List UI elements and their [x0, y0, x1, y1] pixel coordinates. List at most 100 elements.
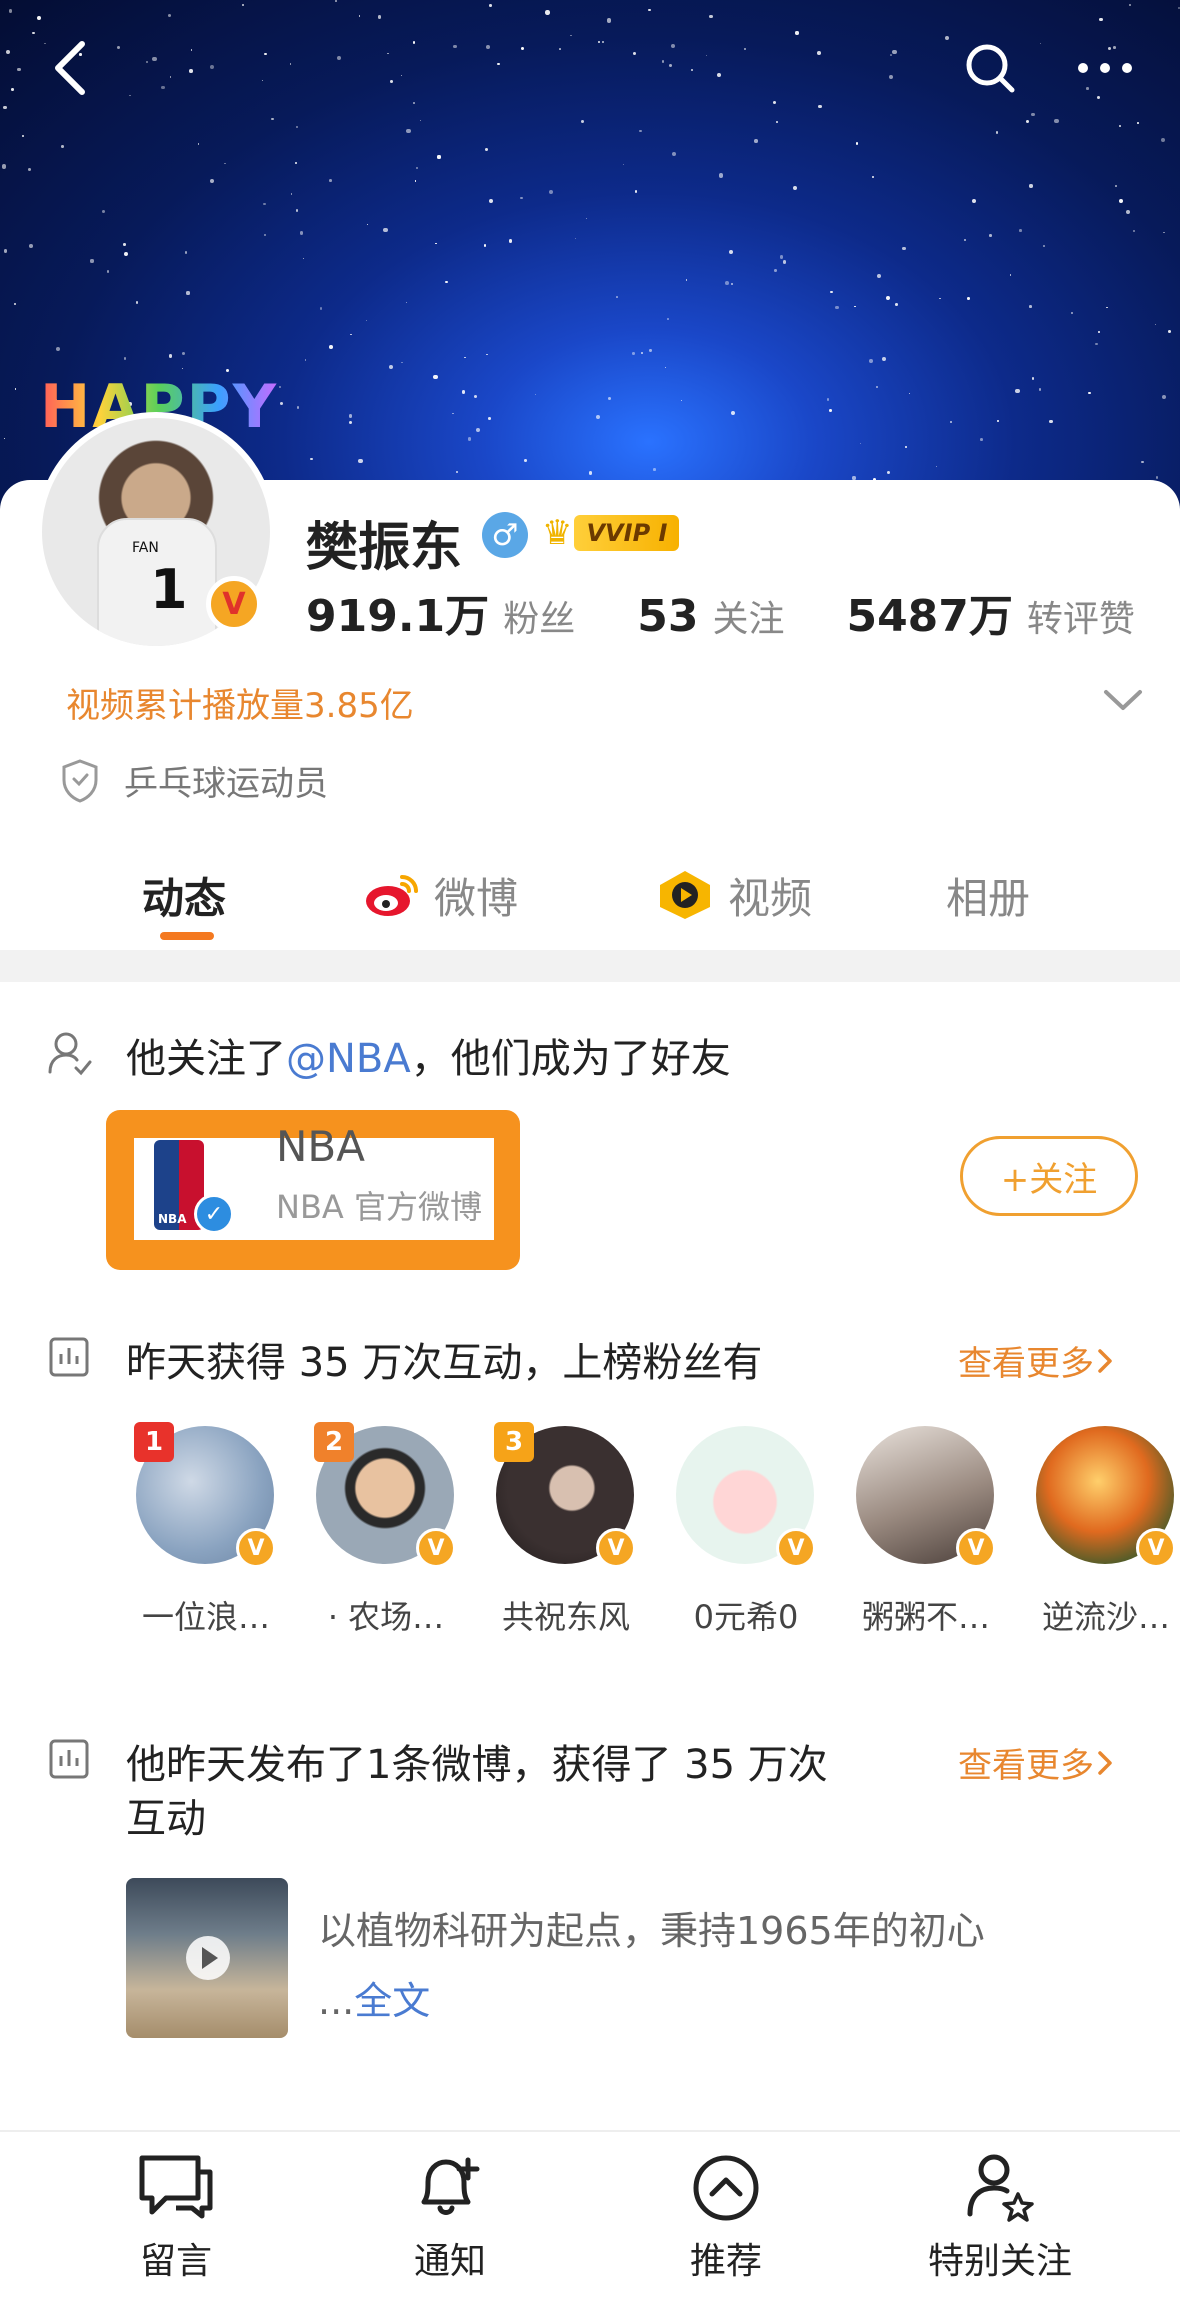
banner-star — [366, 223, 368, 226]
banner-star — [1168, 330, 1172, 334]
stat-fans[interactable]: 919.1万 粉丝 — [306, 580, 575, 644]
nba-account-card[interactable]: NBA ✓ NBA NBA 官方微博 — [106, 1110, 520, 1270]
full-text-link[interactable]: 全文 — [354, 1979, 430, 2023]
banner-star — [336, 56, 342, 61]
banner-star — [535, 393, 537, 396]
banner-star — [1160, 137, 1166, 143]
banner-star — [705, 54, 708, 57]
banner-star — [795, 31, 799, 35]
banner-star — [685, 279, 688, 281]
fan-item[interactable]: V 0元希0 — [670, 1422, 820, 1652]
banner-star — [334, 0, 338, 3]
banner-star — [1128, 3, 1131, 6]
banner-star — [520, 196, 523, 200]
banner-star — [1097, 331, 1100, 334]
mention-link[interactable]: @NBA — [286, 1036, 411, 1082]
fan-item[interactable]: V 粥粥不… — [850, 1422, 1000, 1652]
view-more-fans-link[interactable]: 查看更多 — [958, 1336, 1116, 1385]
banner-star — [168, 13, 172, 17]
banner-star — [585, 218, 588, 220]
banner-star — [888, 74, 893, 79]
verified-icon: ✓ — [194, 1194, 234, 1234]
fan-name: 粥粥不… — [861, 1598, 990, 1636]
fan-item[interactable]: 1 V 一位浪… — [130, 1422, 280, 1652]
banner-star — [708, 14, 713, 19]
follow-button[interactable]: +关注 — [960, 1136, 1138, 1216]
vip-badge[interactable]: ♛ VVIP I — [542, 508, 702, 558]
banner-star — [486, 354, 488, 356]
post-excerpt: 以植物科研为起点，秉持1965年的初心 — [318, 1909, 985, 1953]
stat-following[interactable]: 53 关注 — [637, 590, 784, 642]
banner-star — [569, 34, 572, 37]
notify-button[interactable]: 通知 — [350, 2152, 550, 2312]
special-follow-button[interactable]: 特别关注 — [900, 2152, 1100, 2312]
back-button[interactable] — [30, 28, 110, 108]
follow-event-suffix: ，他们成为了好友 — [410, 1036, 731, 1082]
video-icon — [660, 871, 710, 919]
banner-star — [1155, 476, 1159, 479]
banner-star — [730, 283, 733, 286]
play-icon — [186, 1936, 230, 1980]
banner-star — [302, 258, 305, 260]
banner-star — [1114, 185, 1117, 188]
banner-star — [876, 386, 878, 388]
banner-star — [509, 239, 513, 243]
banner-star — [189, 69, 193, 74]
banner-star — [904, 446, 907, 449]
stat-likes[interactable]: 5487万 转评赞 — [846, 580, 1134, 644]
post-video-thumbnail[interactable] — [126, 1878, 288, 2038]
banner-star — [300, 231, 304, 235]
banner-star — [476, 428, 481, 433]
banner-star — [1054, 119, 1059, 124]
fan-verified-icon: V — [1136, 1528, 1176, 1568]
expand-profile-button[interactable] — [1098, 680, 1148, 720]
chevron-right-icon — [1098, 1348, 1112, 1373]
profile-stats: 919.1万 粉丝 53 关注 5487万 转评赞 — [306, 580, 1135, 642]
banner-star — [123, 357, 126, 360]
banner-star — [1088, 392, 1091, 395]
banner-star — [261, 79, 263, 81]
banner-star — [559, 48, 562, 51]
banner-star — [1154, 323, 1156, 325]
more-button[interactable] — [1060, 28, 1150, 108]
view-more-posts-link[interactable]: 查看更多 — [958, 1738, 1116, 1787]
fan-item[interactable]: 2 V · 农场… — [310, 1422, 460, 1652]
banner-star — [406, 128, 411, 134]
banner-star — [135, 301, 139, 304]
banner-star — [329, 345, 334, 350]
banner-star — [290, 193, 293, 196]
fan-name: 共祝东风 — [501, 1598, 630, 1636]
top-fans-list: 1 V 一位浪… 2 V · 农场… 3 V 共祝东风 V 0元希0 V 粥粥不… — [130, 1422, 1180, 1652]
tab-weibo[interactable]: 微博 — [362, 850, 518, 940]
banner-star — [859, 442, 862, 444]
fan-item[interactable]: 3 V 共祝东风 — [490, 1422, 640, 1652]
fan-item[interactable]: V 逆流沙… — [1030, 1422, 1180, 1652]
banner-star — [622, 163, 625, 166]
banner-star — [871, 175, 875, 179]
tab-feed[interactable]: 动态 — [142, 850, 226, 940]
banner-star — [1031, 377, 1035, 380]
banner-star — [615, 296, 618, 298]
banner-star — [672, 151, 677, 156]
banner-star — [224, 163, 226, 165]
banner-star — [817, 50, 821, 55]
banner-star — [433, 375, 438, 380]
tab-video[interactable]: 视频 — [656, 850, 812, 940]
banner-star — [1026, 119, 1030, 123]
banner-star — [548, 189, 553, 194]
tab-album[interactable]: 相册 — [946, 850, 1030, 940]
bottom-action-bar: 留言 通知 推荐 特别关注 — [0, 2130, 1180, 2322]
recommend-button[interactable]: 推荐 — [626, 2152, 826, 2312]
chevron-up-circle-icon — [693, 2155, 759, 2221]
tab-label: 动态 — [142, 873, 227, 923]
search-button[interactable] — [950, 28, 1030, 108]
follow-event-prefix: 他关注了 — [126, 1036, 286, 1082]
banner-star — [1038, 388, 1041, 391]
banner-star — [639, 129, 642, 133]
banner-star — [995, 131, 999, 135]
message-board-button[interactable]: 留言 — [76, 2152, 276, 2312]
banner-star — [631, 351, 635, 355]
banner-star — [406, 301, 408, 303]
view-more-label: 查看更多 — [958, 1746, 1094, 1786]
banner-star — [730, 410, 735, 416]
